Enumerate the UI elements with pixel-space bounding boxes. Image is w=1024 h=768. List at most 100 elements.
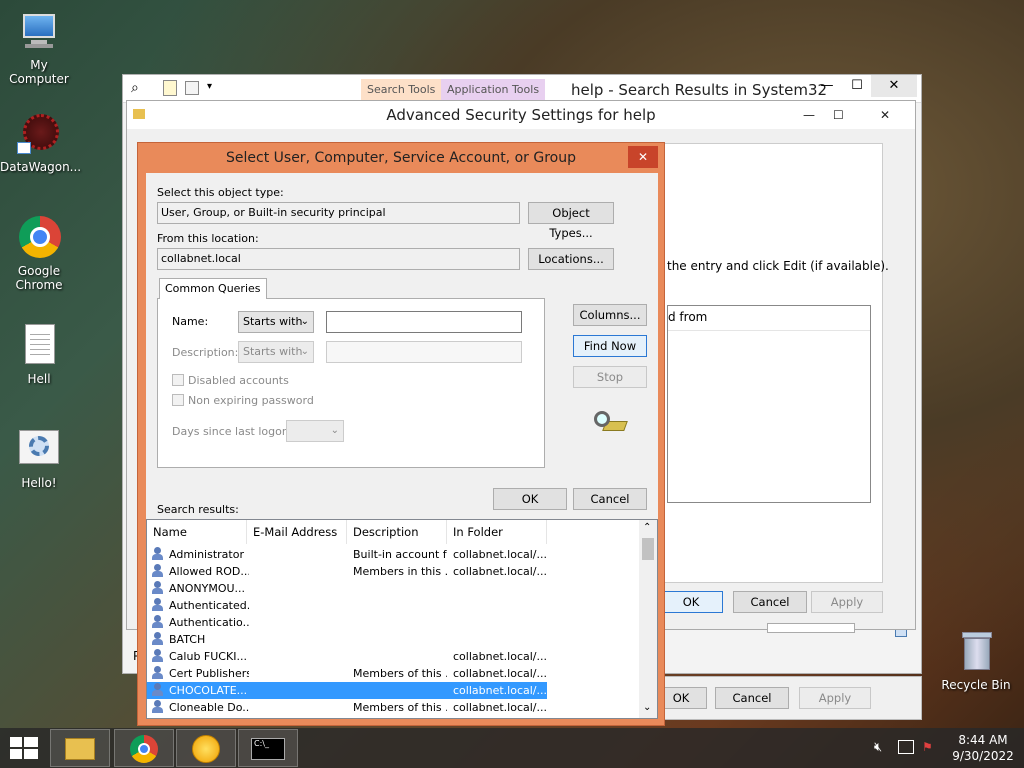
search-icon[interactable]: ⌕ [131, 80, 139, 96]
permission-list[interactable]: d from [667, 305, 871, 503]
table-row[interactable]: ANONYMOU... [147, 580, 547, 597]
table-row[interactable]: Administrator Built-in account f... collab… [147, 546, 547, 563]
cell-desc: Members in this ... [353, 565, 447, 578]
locations-button[interactable]: Locations... [528, 248, 614, 270]
scroll-thumb[interactable] [642, 538, 654, 560]
text-file-icon [17, 324, 61, 368]
non-expiring-password-checkbox[interactable]: Non expiring password [172, 394, 314, 407]
windows-logo-icon-part [10, 749, 22, 759]
desktop-icon-datawagon[interactable]: DataWagon... [0, 112, 81, 174]
location-field: collabnet.local [157, 248, 520, 270]
maximize-button[interactable]: ☐ [839, 75, 875, 97]
cancel-button[interactable]: Cancel [715, 687, 789, 709]
chevron-down-icon: ⌄ [300, 346, 309, 357]
ok-button[interactable]: OK [659, 591, 723, 613]
table-row[interactable]: CHOCOLATE... collabnet.local/... [147, 682, 547, 699]
checkbox-box [172, 394, 184, 406]
name-match-value: Starts with [243, 315, 303, 328]
minimize-button[interactable]: — [803, 101, 815, 129]
taskbar-command-prompt[interactable]: C:\_ [238, 729, 298, 767]
disabled-accounts-checkbox[interactable]: Disabled accounts [172, 374, 289, 387]
select-user-dialog[interactable]: Select User, Computer, Service Account, … [137, 142, 665, 726]
scroll-down-icon[interactable]: ⌄ [643, 702, 651, 713]
new-folder-icon[interactable] [185, 81, 199, 95]
desktop-icon-google-chrome[interactable]: Google Chrome [0, 216, 78, 292]
cell-name: Authenticatio... [169, 616, 249, 629]
start-button[interactable] [10, 737, 38, 759]
columns-button[interactable]: Columns... [573, 304, 647, 326]
close-button[interactable]: ✕ [871, 75, 917, 97]
terminal-icon: C:\_ [251, 738, 285, 760]
close-button[interactable]: ✕ [865, 101, 905, 129]
explorer-titlebar[interactable]: ⌕ ▾ Search Tools Application Tools help … [123, 75, 921, 103]
column-inherited-from[interactable]: d from [668, 310, 707, 324]
computer-icon [17, 10, 61, 54]
results-scrollbar[interactable]: ⌃ ⌄ [639, 520, 657, 718]
cell-name: Calub FUCKI... [169, 650, 247, 663]
cancel-button[interactable]: Cancel [573, 488, 647, 510]
tab-search-tools[interactable]: Search Tools [361, 79, 442, 101]
desktop-icon-hell[interactable]: Hell [0, 324, 78, 386]
days-since-label: Days since last logon: [172, 425, 293, 438]
desktop-icon-hello[interactable]: Hello! [0, 428, 78, 490]
table-row[interactable]: Authenticatio... [147, 614, 547, 631]
chrome-icon [17, 216, 61, 260]
desktop-icon-label: Hello! [21, 476, 57, 490]
name-input[interactable] [326, 311, 522, 333]
cell-folder: collabnet.local/... [453, 701, 547, 714]
column-email[interactable]: E-Mail Address [247, 520, 347, 544]
advanced-instruction: the entry and click Edit (if available). [667, 259, 889, 273]
find-now-button[interactable]: Find Now [573, 335, 647, 357]
desktop-icon-label: Hell [27, 372, 51, 386]
cell-folder: collabnet.local/... [453, 565, 547, 578]
volume-muted-icon[interactable]: 🔇︎ [874, 740, 882, 755]
days-since-select[interactable]: ⌄ [286, 420, 344, 442]
search-magnifier-icon [594, 411, 628, 437]
action-center-icon[interactable]: ⚑ [922, 740, 933, 754]
desktop-icon-recycle-bin[interactable]: Recycle Bin [936, 630, 1016, 692]
taskbar-file-explorer[interactable] [50, 729, 110, 767]
user-group-icon [151, 700, 165, 714]
cell-folder: collabnet.local/... [453, 548, 547, 561]
network-icon[interactable] [898, 740, 914, 754]
close-button[interactable]: ✕ [628, 146, 658, 168]
table-row[interactable]: Calub FUCKI... collabnet.local/... [147, 648, 547, 665]
lemon-icon [192, 735, 220, 763]
description-match-select[interactable]: Starts with ⌄ [238, 341, 314, 363]
clock[interactable]: 8:44 AM 9/30/2022 [948, 732, 1018, 764]
apply-button[interactable]: Apply [811, 591, 883, 613]
chevron-down-icon[interactable]: ▾ [207, 81, 212, 92]
ok-button[interactable]: OK [493, 488, 567, 510]
inner-field[interactable] [767, 623, 855, 633]
taskbar-chrome[interactable] [114, 729, 174, 767]
cell-desc: Members of this ... [353, 667, 447, 680]
object-types-button[interactable]: Object Types... [528, 202, 614, 240]
scroll-up-icon[interactable]: ⌃ [643, 522, 651, 533]
desktop-icon-my-computer[interactable]: My Computer [0, 10, 78, 86]
advanced-titlebar[interactable]: Advanced Security Settings for help — ☐ … [127, 101, 915, 129]
chrome-icon-center [138, 743, 150, 755]
table-row[interactable]: Cloneable Do... Members of this ... collab… [147, 699, 547, 716]
maximize-button[interactable]: ☐ [833, 101, 844, 129]
dialog-title: Select User, Computer, Service Account, … [226, 150, 576, 166]
stop-button[interactable]: Stop [573, 366, 647, 388]
table-row[interactable]: BATCH [147, 631, 547, 648]
apply-button[interactable]: Apply [799, 687, 871, 709]
column-name[interactable]: Name [147, 520, 247, 544]
windows-logo-icon-part [24, 737, 38, 747]
name-match-select[interactable]: Starts with ⌄ [238, 311, 314, 333]
description-input[interactable] [326, 341, 522, 363]
tab-common-queries[interactable]: Common Queries [159, 278, 267, 299]
column-in-folder[interactable]: In Folder [447, 520, 547, 544]
dialog-titlebar[interactable]: Select User, Computer, Service Account, … [138, 143, 664, 173]
search-results-list[interactable]: Name E-Mail Address Description In Folde… [146, 519, 658, 719]
cancel-button[interactable]: Cancel [733, 591, 807, 613]
chevron-down-icon: ⌄ [330, 425, 339, 436]
taskbar-app-lemon[interactable] [176, 729, 236, 767]
column-description[interactable]: Description [347, 520, 447, 544]
tab-application-tools[interactable]: Application Tools [441, 79, 546, 101]
properties-icon[interactable] [163, 80, 177, 96]
table-row[interactable]: Cert Publishers Members of this ... collab… [147, 665, 547, 682]
table-row[interactable]: Allowed ROD... Members in this ... collabn… [147, 563, 547, 580]
table-row[interactable]: Authenticated... [147, 597, 547, 614]
